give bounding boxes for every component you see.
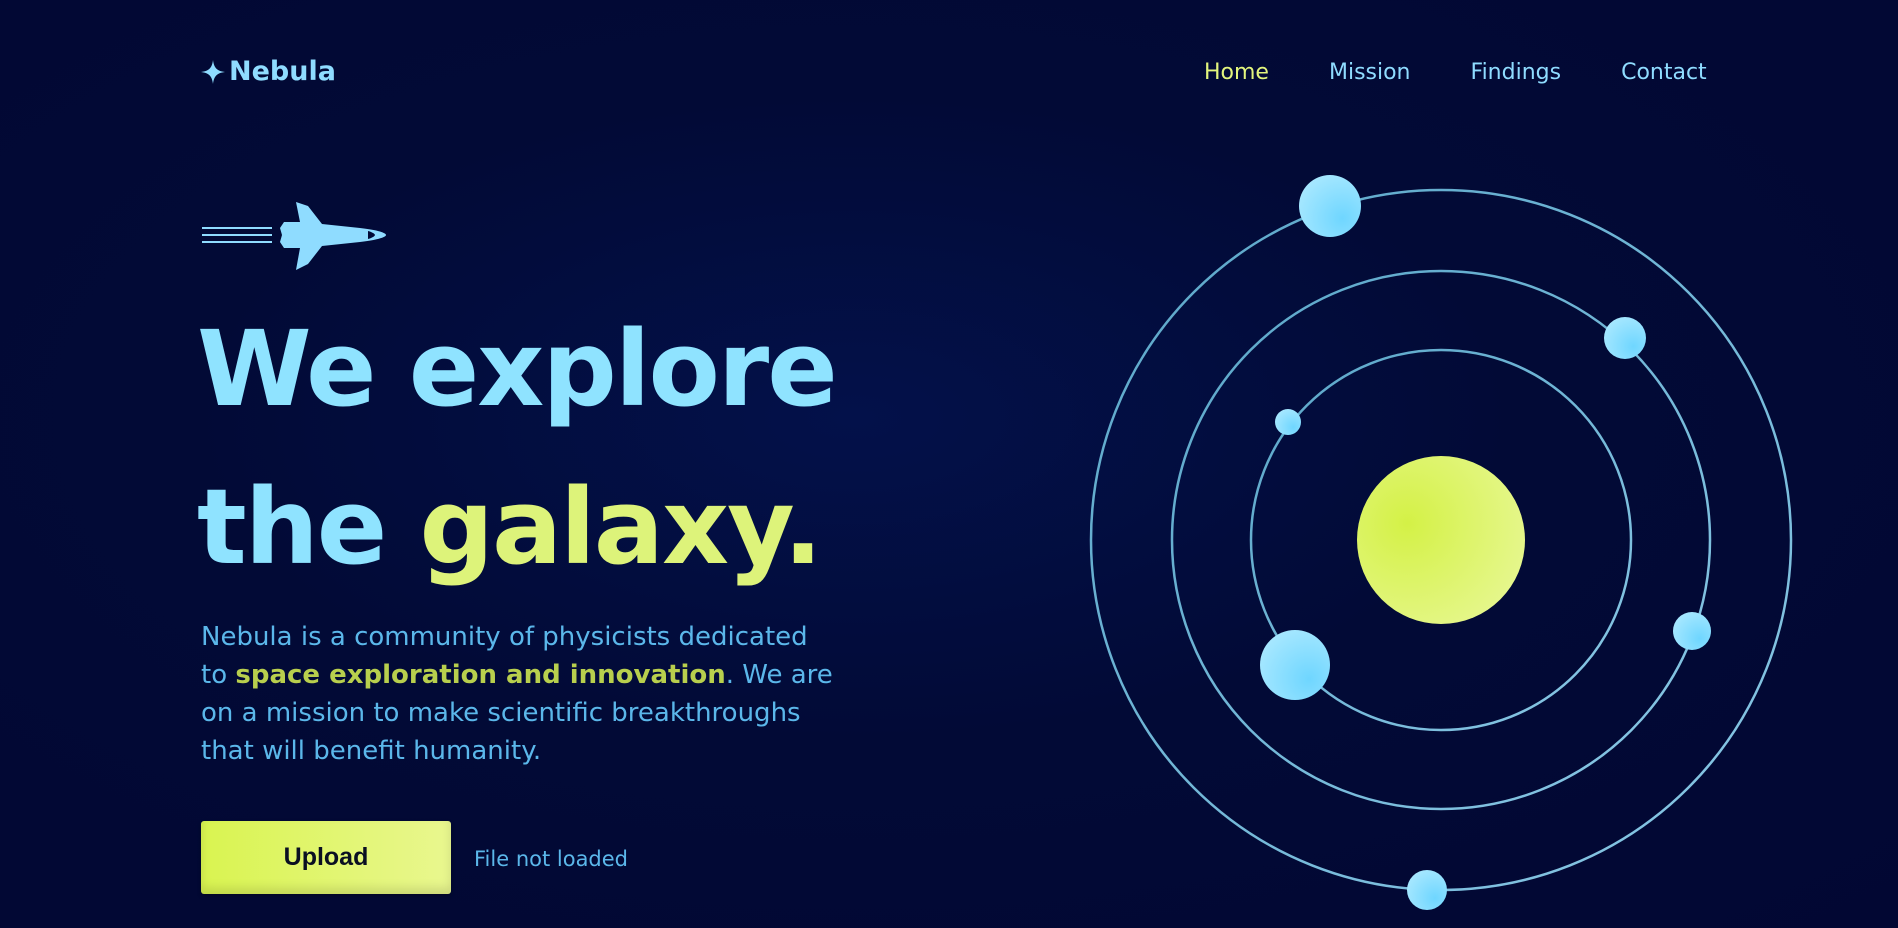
planet-inner-bottom-left <box>1260 630 1330 700</box>
brand-name: Nebula <box>229 56 336 87</box>
sparkle-star-icon <box>201 59 225 84</box>
planet-middle-top-right <box>1604 317 1646 359</box>
brand-logo[interactable]: Nebula <box>201 56 336 87</box>
upload-button[interactable]: Upload <box>201 821 451 894</box>
headline-line-1: We explore <box>197 308 838 430</box>
nav-item-contact[interactable]: Contact <box>1621 60 1707 85</box>
space-shuttle-icon <box>202 202 386 270</box>
file-status-text: File not loaded <box>474 847 629 871</box>
solar-system-illustration <box>1089 175 1793 910</box>
planet-outer-bottom <box>1407 870 1447 910</box>
main-nav: Home Mission Findings Contact <box>1204 60 1707 85</box>
nav-item-findings[interactable]: Findings <box>1471 60 1562 85</box>
description-highlight: space exploration and innovation <box>235 660 726 690</box>
headline-line-2-plain: the <box>197 466 420 588</box>
sun <box>1357 456 1525 624</box>
planet-inner-left <box>1275 409 1301 435</box>
nav-item-mission[interactable]: Mission <box>1329 60 1411 85</box>
planet-middle-right <box>1673 612 1711 650</box>
hero-description: Nebula is a community of physicists dedi… <box>201 618 841 770</box>
nav-item-home[interactable]: Home <box>1204 60 1269 85</box>
planet-outer-top <box>1299 175 1361 237</box>
headline-line-2-accent: galaxy. <box>419 466 823 588</box>
hero-headline: We explore the galaxy. <box>197 290 838 606</box>
